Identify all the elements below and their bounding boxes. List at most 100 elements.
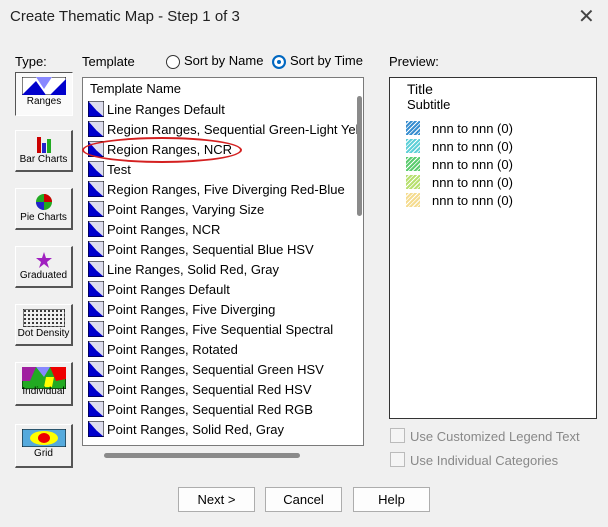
legend-item: nnn to nnn (0) <box>406 138 513 156</box>
sort-by-name-label: Sort by Name <box>184 53 264 68</box>
list-item-label: Region Ranges, Sequential Green-Light Ye… <box>107 122 359 137</box>
list-item[interactable]: Line Ranges, Solid Red, Gray <box>87 260 279 280</box>
template-icon <box>87 180 105 198</box>
legend-text: nnn to nnn (0) <box>432 193 513 208</box>
list-item[interactable]: Point Ranges, NCR <box>87 220 221 240</box>
next-button[interactable]: Next > <box>178 487 255 512</box>
template-icon <box>87 160 105 178</box>
list-item-label: Point Ranges, Rotated <box>107 342 238 357</box>
custom-legend-checkbox[interactable]: Use Customized Legend Text <box>390 428 580 444</box>
type-button-graduated[interactable]: Graduated <box>15 246 73 288</box>
template-icon <box>87 120 105 138</box>
dot-density-icon <box>16 308 71 328</box>
list-item[interactable]: Point Ranges Default <box>87 280 230 300</box>
list-item-label: Point Ranges, Sequential Green HSV <box>107 362 324 377</box>
type-button-label: Grid <box>34 448 53 459</box>
help-button[interactable]: Help <box>353 487 430 512</box>
preview-subtitle: Subtitle <box>407 97 451 112</box>
cancel-button[interactable]: Cancel <box>265 487 342 512</box>
list-item[interactable]: Point Ranges, Sequential Green HSV <box>87 360 324 380</box>
template-list[interactable]: Template Name Line Ranges Default Region … <box>82 77 364 446</box>
legend-item: nnn to nnn (0) <box>406 156 513 174</box>
list-item[interactable]: Line Ranges Default <box>87 100 225 120</box>
list-item-label: Point Ranges, Five Diverging <box>107 302 276 317</box>
template-icon <box>87 360 105 378</box>
individual-categories-checkbox[interactable]: Use Individual Categories <box>390 452 558 468</box>
list-item-label: Region Ranges, Five Diverging Red-Blue <box>107 182 345 197</box>
hatch-swatch-icon <box>406 157 420 171</box>
type-button-ranges[interactable]: Ranges <box>15 72 73 116</box>
list-item[interactable]: Point Ranges, Sequential Red RGB <box>87 400 313 420</box>
template-icon <box>87 260 105 278</box>
list-item-label: Point Ranges, NCR <box>107 222 221 237</box>
template-icon <box>87 240 105 258</box>
list-item-label: Point Ranges, Sequential Blue HSV <box>107 242 314 257</box>
type-button-dot-density[interactable]: Dot Density <box>15 304 73 346</box>
list-item[interactable]: Test <box>87 160 131 180</box>
template-icon <box>87 340 105 358</box>
legend-item: nnn to nnn (0) <box>406 192 513 210</box>
template-icon <box>87 320 105 338</box>
type-button-label: Pie Charts <box>20 212 67 223</box>
hatch-swatch-icon <box>406 175 420 189</box>
template-icon <box>87 400 105 418</box>
legend-text: nnn to nnn (0) <box>432 175 513 190</box>
sort-by-name-radio[interactable]: Sort by Name <box>166 53 263 69</box>
sort-by-time-label: Sort by Time <box>290 53 363 68</box>
pie-charts-icon <box>16 193 71 211</box>
template-icon <box>87 100 105 118</box>
list-item[interactable]: Point Ranges, Rotated <box>87 340 238 360</box>
legend-text: nnn to nnn (0) <box>432 121 513 136</box>
type-button-grid[interactable]: Grid <box>15 424 73 468</box>
list-item-label: Point Ranges, Varying Size <box>107 202 265 217</box>
vertical-scrollbar-thumb[interactable] <box>357 96 362 216</box>
type-button-label: Bar Charts <box>19 154 68 165</box>
list-item-label: Point Ranges, Sequential Red RGB <box>107 402 313 417</box>
template-label: Template <box>82 54 135 69</box>
legend-item: nnn to nnn (0) <box>406 120 513 138</box>
list-item-label: Point Ranges, Solid Red, Gray <box>107 422 285 437</box>
type-button-label: Graduated <box>19 270 68 281</box>
list-item-label: Region Ranges, NCR <box>107 142 233 157</box>
preview-title: Title <box>407 81 433 97</box>
template-icon <box>87 380 105 398</box>
template-icon <box>87 280 105 298</box>
list-header: Template Name <box>90 81 182 96</box>
list-item[interactable]: Region Ranges, NCR <box>87 140 233 160</box>
ranges-icon <box>16 76 72 96</box>
checkbox-icon <box>390 428 405 443</box>
list-item[interactable]: Point Ranges, Five Diverging <box>87 300 276 320</box>
type-button-bar-charts[interactable]: Bar Charts <box>15 130 73 172</box>
checkbox-icon <box>390 452 405 467</box>
sort-by-time-radio[interactable]: Sort by Time <box>272 53 363 69</box>
list-item-label: Point Ranges, Five Sequential Spectral <box>107 322 334 337</box>
window-title: Create Thematic Map - Step 1 of 3 <box>10 8 240 25</box>
list-item[interactable]: Point Ranges, Sequential Red HSV <box>87 380 312 400</box>
type-button-individual[interactable]: Individual <box>15 362 73 406</box>
horizontal-scrollbar-thumb[interactable] <box>104 453 300 458</box>
radio-checked-icon <box>272 54 286 69</box>
graduated-icon <box>16 251 71 269</box>
template-icon <box>87 300 105 318</box>
type-button-label: Dot Density <box>17 328 70 339</box>
close-icon[interactable]: ✕ <box>578 4 595 29</box>
template-icon <box>87 200 105 218</box>
list-item[interactable]: Point Ranges, Solid Red, Gray <box>87 420 285 440</box>
type-button-label: Individual <box>22 386 65 397</box>
list-item-label: Test <box>107 162 131 177</box>
bar-charts-icon <box>16 135 71 153</box>
custom-legend-label: Use Customized Legend Text <box>410 429 580 444</box>
list-item[interactable]: Region Ranges, Sequential Green-Light Ye… <box>87 120 359 140</box>
radio-icon <box>166 54 180 69</box>
list-item[interactable]: Point Ranges, Five Sequential Spectral <box>87 320 334 340</box>
list-item[interactable]: Point Ranges, Varying Size <box>87 200 265 220</box>
hatch-swatch-icon <box>406 121 420 135</box>
type-button-pie-charts[interactable]: Pie Charts <box>15 188 73 230</box>
type-label: Type: <box>15 54 47 69</box>
legend-item: nnn to nnn (0) <box>406 174 513 192</box>
list-item[interactable]: Point Ranges, Sequential Blue HSV <box>87 240 314 260</box>
template-icon <box>87 140 105 158</box>
grid-icon <box>16 428 71 448</box>
list-item-label: Point Ranges Default <box>107 282 230 297</box>
list-item[interactable]: Region Ranges, Five Diverging Red-Blue <box>87 180 345 200</box>
